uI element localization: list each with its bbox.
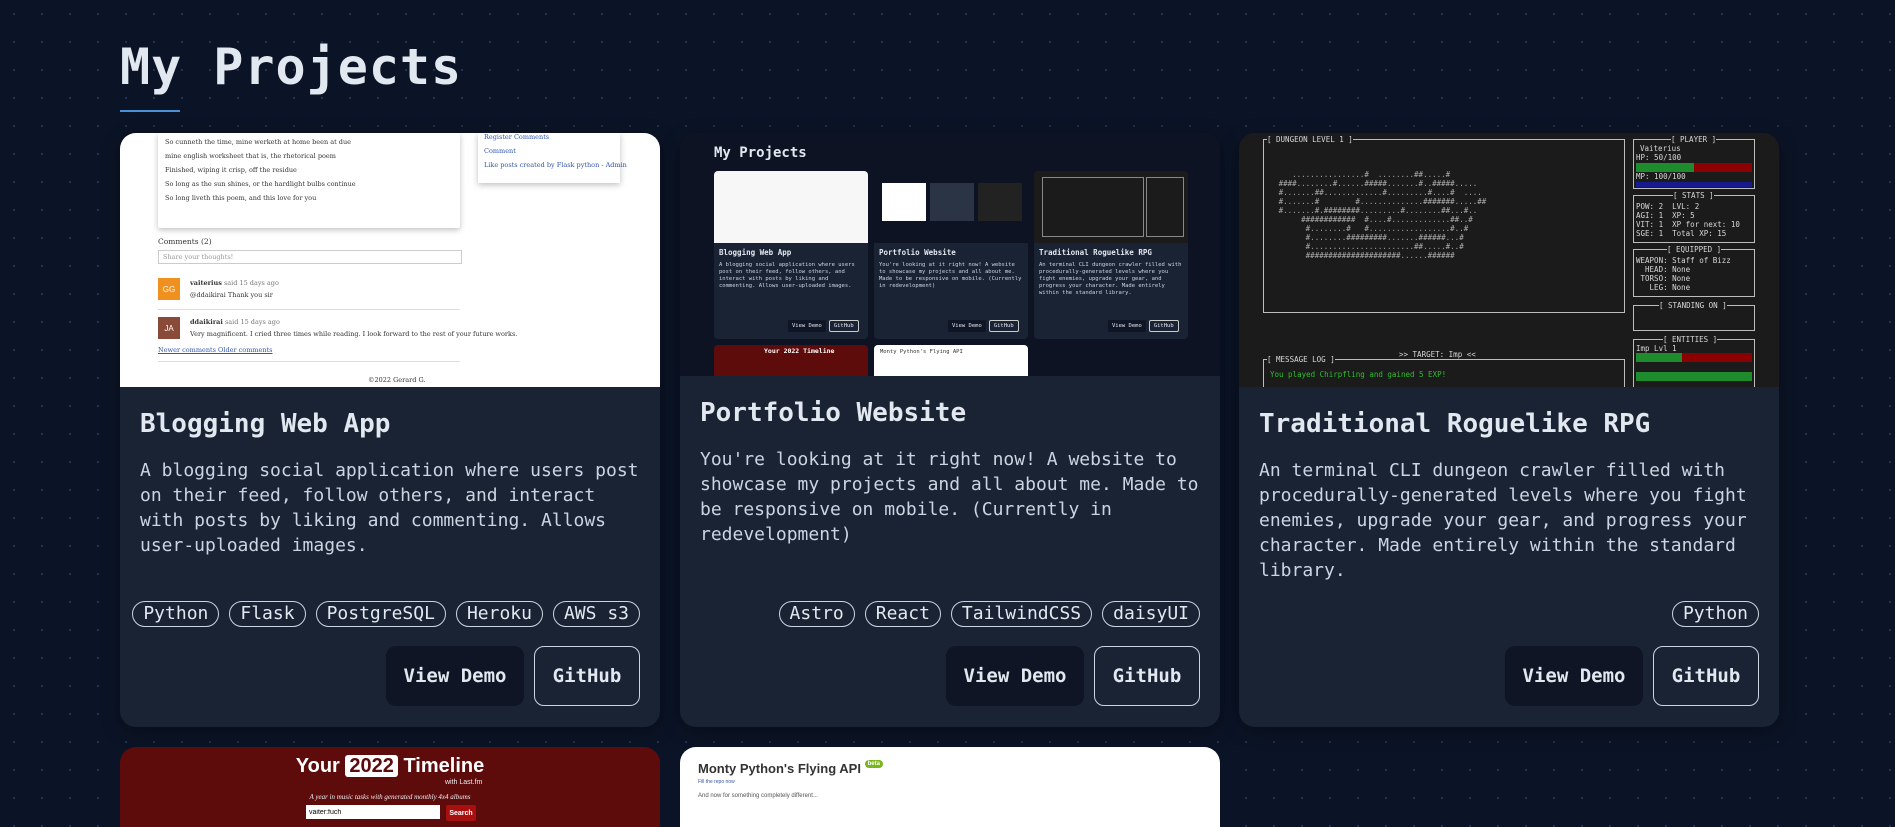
blog-sidebar: Register Comments Comment Like posts cre… [478,133,627,183]
project-title: Traditional Roguelike RPG [1259,409,1651,439]
view-demo-button[interactable]: View Demo [386,646,524,706]
github-button[interactable]: GitHub [534,646,640,706]
equipped-panel: WEAPON: Staff of Bizz HEAD: None TORSO: … [1633,249,1755,297]
api-heading: Monty Python's Flying API beta [698,760,883,776]
search-button[interactable]: Search [446,805,476,821]
github-button[interactable]: GitHub [1653,646,1759,706]
tag: Heroku [455,601,543,627]
tag: Flask [229,601,306,627]
blog-post-excerpt: So cunneth the time, mine werketh at hom… [158,133,460,228]
avatar: JA [158,317,180,339]
project-title: Blogging Web App [140,409,391,439]
tag: AWS s3 [552,601,640,627]
project-screenshot-portfolio: My Projects Blogging Web App A blogging … [680,133,1220,376]
mp-bar [1636,182,1752,187]
hp-bar [1636,163,1752,172]
mini-card: Your 2022 Timeline [714,345,868,376]
tag-list: Python Flask PostgreSQL Heroku AWS s3 [132,601,640,627]
project-card-roguelike: ................# ........##.....# ####.… [1239,133,1779,727]
view-demo-button[interactable]: View Demo [1505,646,1643,706]
comment-input: Share your thoughts! [158,250,462,264]
api-link[interactable]: Fill the repo now [698,779,735,785]
github-button[interactable]: GitHub [1094,646,1200,706]
tag: PostgreSQL [315,601,446,627]
project-actions: View Demo GitHub [386,646,640,706]
dungeon-map: ................# ........##.....# ####.… [1263,139,1625,313]
mini-card: Monty Python's Flying API [874,345,1028,376]
mini-card: Blogging Web App A blogging social appli… [714,171,868,339]
entities-panel: Imp Lvl 1 [1633,339,1755,387]
tag: React [864,601,941,627]
tag: daisyUI [1102,601,1200,627]
project-description: A blogging social application where user… [140,460,639,556]
project-card-portfolio: My Projects Blogging Web App A blogging … [680,133,1220,727]
mini-card: Portfolio Website You're looking at it r… [874,171,1028,339]
mp-bar-fill [1636,182,1752,187]
player-panel: Vaiterius HP: 50/100 MP: 100/100 [1633,139,1755,189]
api-line: And now for something completely differe… [698,793,818,799]
project-card-timeline: Your 2022 Timeline with Last.fm A year i… [120,747,660,827]
stats-panel: POW: 2 LVL: 2 AGI: 1 XP: 5 VIT: 1 XP for… [1633,195,1755,243]
tag: TailwindCSS [950,601,1093,627]
project-screenshot-roguelike: ................# ........##.....# ####.… [1239,133,1779,387]
hp-bar-fill [1636,163,1694,172]
project-description: You're looking at it right now! A websit… [700,449,1199,545]
view-demo-button[interactable]: View Demo [946,646,1084,706]
title-underline [120,110,180,112]
project-actions: View Demo GitHub [946,646,1200,706]
mini-card: Traditional Roguelike RPG An terminal CL… [1034,171,1188,339]
page-title: My Projects [120,38,463,96]
project-screenshot-blogging: So cunneth the time, mine werketh at hom… [120,133,660,387]
tag-list: Astro React TailwindCSS daisyUI [778,601,1200,627]
beta-badge: beta [864,760,883,768]
tag: Astro [778,601,855,627]
project-card-api: Monty Python's Flying API beta Fill the … [680,747,1220,827]
tag: Python [132,601,220,627]
tag-list: Python [1671,601,1759,627]
project-title: Portfolio Website [700,398,967,428]
project-actions: View Demo GitHub [1505,646,1759,706]
username-input[interactable] [306,805,440,819]
tag: Python [1671,601,1759,627]
timeline-heading: Your 2022 Timeline [295,755,485,777]
project-card-blogging: So cunneth the time, mine werketh at hom… [120,133,660,727]
project-description: An terminal CLI dungeon crawler filled w… [1259,460,1747,581]
avatar: GG [158,278,180,300]
